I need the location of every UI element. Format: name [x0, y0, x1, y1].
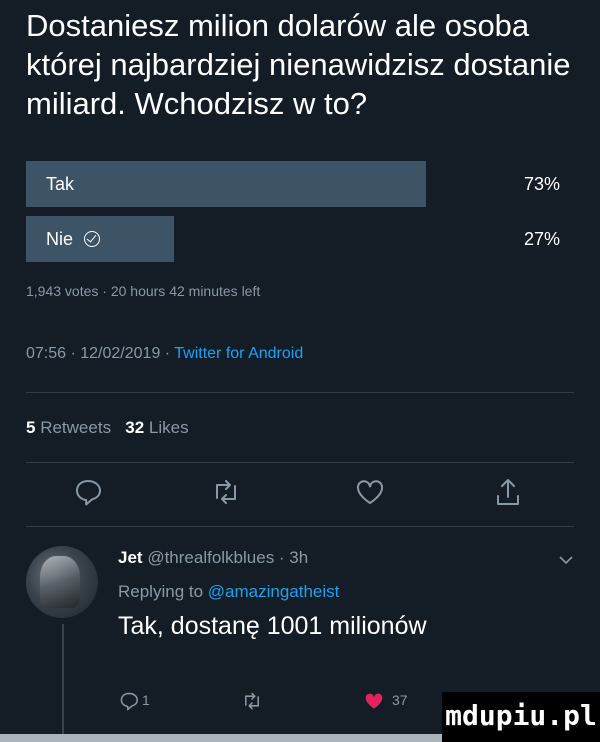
replying-prefix: Replying to: [118, 582, 208, 601]
reply-header: Jet @threalfolkblues · 3h: [118, 548, 308, 568]
poll-option-nie: Nie 27%: [26, 216, 574, 262]
reply-like-button[interactable]: 37: [362, 690, 408, 714]
reply-retweet-button[interactable]: [240, 690, 264, 714]
tweet-timestamp: 07:56 · 12/02/2019 · Twitter for Android: [26, 345, 303, 363]
tweet-stats: 5 Retweets 32 Likes: [26, 418, 189, 438]
poll-bar-tak: [26, 161, 426, 207]
poll-option-percent: 27%: [523, 229, 560, 249]
poll-meta: 1,943 votes · 20 hours 42 minutes left: [26, 283, 261, 299]
avatar[interactable]: [26, 546, 98, 618]
reply-author-handle[interactable]: @threalfolkblues · 3h: [147, 548, 308, 567]
replying-to: Replying to @amazingatheist: [118, 582, 339, 602]
time-date: 07:56 · 12/02/2019 ·: [26, 345, 175, 362]
poll-option-label: Nie: [46, 229, 74, 249]
heart-icon[interactable]: [354, 476, 386, 508]
heart-filled-icon[interactable]: [362, 690, 386, 712]
voted-check-icon: [84, 231, 101, 247]
poll-option-label: Tak: [46, 174, 75, 194]
reply-icon[interactable]: [72, 476, 104, 508]
retweet-icon[interactable]: [210, 476, 242, 508]
reply-reply-button[interactable]: 1: [118, 690, 150, 714]
divider: [26, 392, 574, 393]
retweets-label[interactable]: Retweets: [40, 418, 111, 437]
poll-option-percent: 73%: [523, 174, 560, 194]
watermark: mdupiu.pl: [442, 692, 600, 742]
likes-count[interactable]: 32: [125, 418, 144, 437]
divider: [26, 462, 574, 463]
share-icon[interactable]: [492, 476, 524, 508]
poll-option-tak: Tak 73%: [26, 161, 574, 207]
replying-to-handle[interactable]: @amazingatheist: [208, 582, 340, 601]
reply-author-name[interactable]: Jet: [118, 548, 143, 567]
tweet-text: Dostaniesz milion dolarów ale osoba któr…: [26, 8, 571, 121]
retweets-count[interactable]: 5: [26, 418, 35, 437]
source-link[interactable]: Twitter for Android: [174, 345, 303, 362]
reply-count: 1: [142, 692, 150, 708]
divider: [26, 526, 574, 527]
likes-label[interactable]: Likes: [149, 418, 189, 437]
thread-line: [62, 624, 64, 742]
retweet-icon[interactable]: [240, 690, 264, 712]
reply-text: Tak, dostanę 1001 milionów: [118, 612, 427, 640]
chevron-down-icon[interactable]: [558, 552, 574, 568]
reply-icon[interactable]: [118, 690, 140, 712]
like-count: 37: [392, 692, 408, 708]
